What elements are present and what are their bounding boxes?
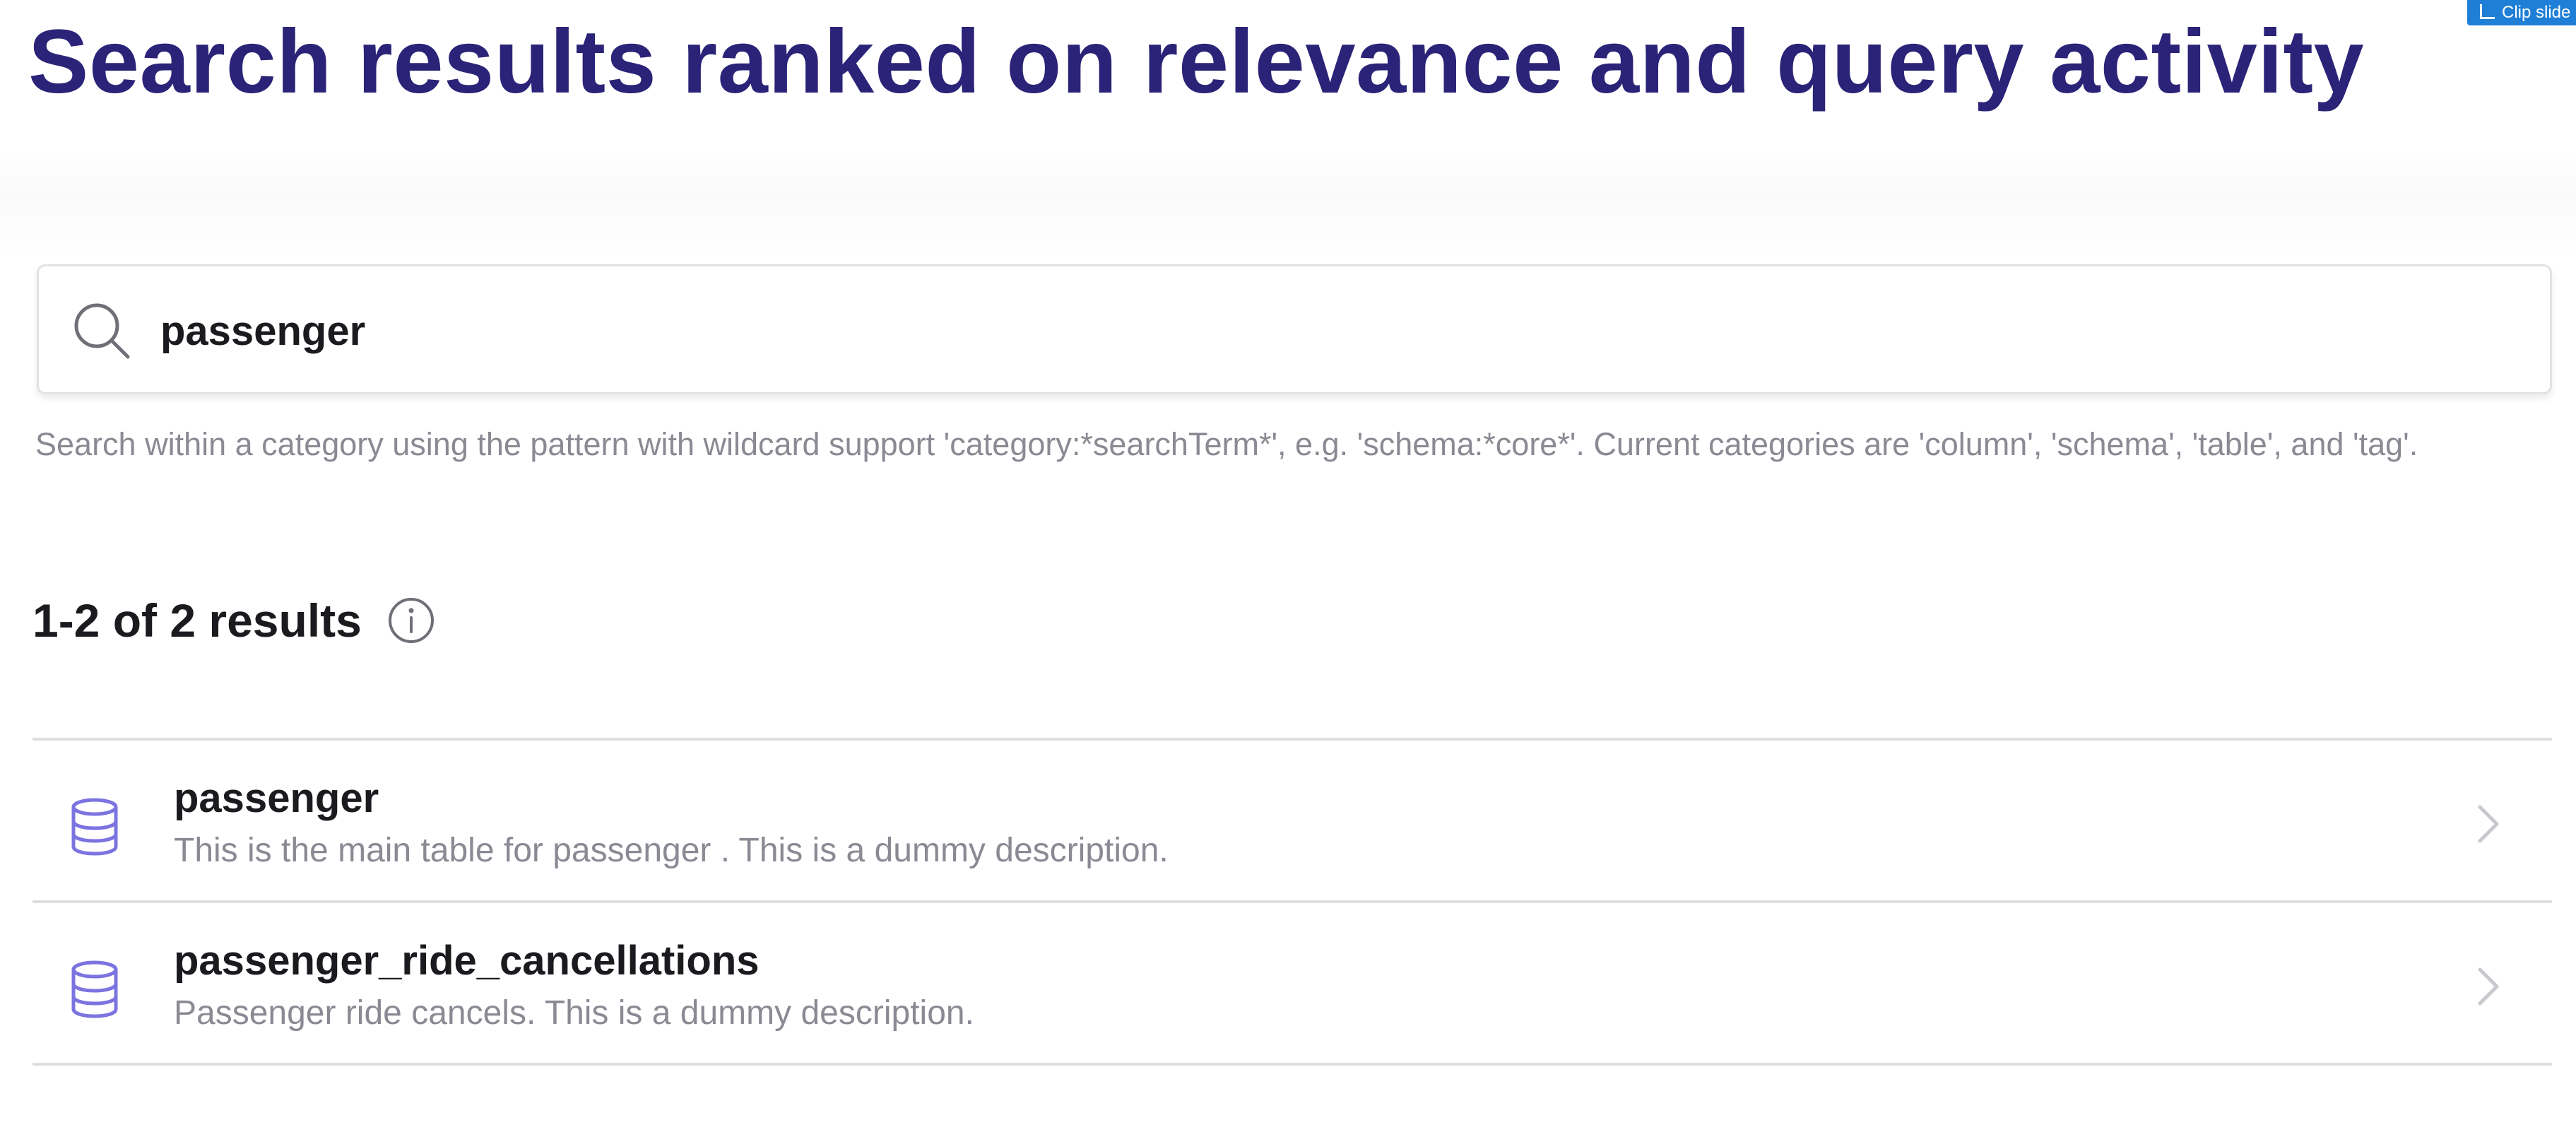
clip-icon	[2480, 4, 2495, 20]
result-row-passenger-ride-cancellations[interactable]: passenger_ride_cancellations Passenger r…	[33, 903, 2552, 1066]
results-list: passenger This is the main table for pas…	[33, 738, 2552, 1066]
result-name: passenger	[174, 775, 379, 821]
clip-slide-label: Clip slide	[2502, 3, 2571, 22]
database-icon	[71, 798, 118, 856]
search-icon	[74, 303, 130, 359]
search-bar[interactable]	[37, 264, 2552, 396]
chevron-right-icon	[2478, 805, 2499, 843]
search-input[interactable]	[160, 266, 2492, 396]
search-helper-text: Search within a category using the patte…	[35, 426, 2418, 462]
chevron-right-icon	[2478, 967, 2499, 1006]
clip-slide-button[interactable]: Clip slide	[2467, 0, 2576, 25]
results-summary: 1-2 of 2 results	[33, 591, 435, 650]
result-description: Passenger ride cancels. This is a dummy …	[174, 994, 974, 1032]
result-name: passenger_ride_cancellations	[174, 938, 760, 984]
database-icon	[71, 960, 118, 1018]
header-divider-fade	[0, 148, 2576, 261]
search-results-page: Search results ranked on relevance and q…	[0, 0, 2576, 1125]
page-title: Search results ranked on relevance and q…	[28, 11, 2365, 112]
results-count-label: 1-2 of 2 results	[33, 594, 362, 647]
result-description: This is the main table for passenger . T…	[174, 832, 1169, 869]
info-icon[interactable]	[387, 596, 435, 644]
result-row-passenger[interactable]: passenger This is the main table for pas…	[33, 741, 2552, 903]
